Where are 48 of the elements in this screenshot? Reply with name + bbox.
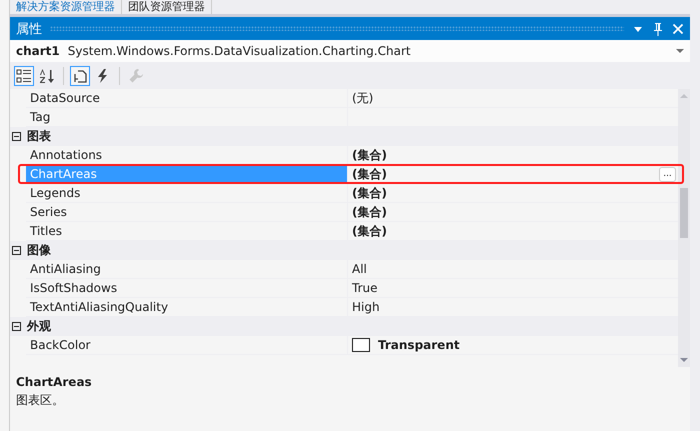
document-tab[interactable]: 解决方案资源管理器 (10, 0, 122, 14)
page-icon (72, 68, 88, 84)
property-name[interactable]: Tag (26, 108, 348, 126)
panel-title: 属性 (16, 20, 42, 38)
property-value: High (352, 300, 380, 314)
scroll-down-icon[interactable] (680, 358, 688, 363)
properties-button[interactable] (70, 66, 90, 86)
categorized-button[interactable] (14, 66, 34, 86)
property-name[interactable]: Series (26, 203, 348, 221)
property-name[interactable]: Annotations (26, 146, 348, 164)
property-name[interactable]: Legends (26, 184, 348, 202)
property-value: (集合) (352, 146, 387, 164)
description-title: ChartAreas (16, 375, 93, 389)
property-value: Transparent (378, 338, 460, 352)
scroll-thumb[interactable] (680, 188, 688, 238)
description-text: 图表区。 (16, 392, 65, 409)
ellipsis-button[interactable]: ... (659, 166, 676, 182)
category-row[interactable]: 外观 (10, 317, 678, 336)
property-name[interactable]: IsSoftShadows (26, 279, 348, 297)
property-name[interactable]: DataSource (26, 89, 348, 107)
pin-icon[interactable] (652, 22, 664, 36)
close-icon[interactable] (672, 22, 684, 34)
collapse-icon[interactable] (12, 132, 21, 141)
category-row[interactable]: 图像 (10, 241, 678, 260)
category-label: 外观 (27, 318, 51, 335)
property-value: (集合) (352, 222, 387, 240)
property-name[interactable]: Titles (26, 222, 348, 240)
property-value: (无) (352, 90, 374, 106)
category-label: 图像 (27, 242, 51, 259)
property-name[interactable]: AntiAliasing (26, 260, 348, 278)
property-value: All (352, 262, 367, 276)
scrollbar[interactable] (678, 89, 690, 367)
property-value: True (352, 281, 378, 295)
wrench-icon (128, 68, 144, 84)
property-value: (集合) (352, 184, 387, 202)
property-name[interactable]: BackColor (26, 336, 348, 354)
category-label: 图表 (27, 128, 51, 145)
property-name[interactable]: TextAntiAliasingQuality (26, 298, 348, 316)
category-row[interactable]: 图表 (10, 127, 678, 146)
document-tab[interactable]: 团队资源管理器 (122, 0, 212, 14)
object-selector[interactable]: chart1 System.Windows.Forms.DataVisualization.Charting.Chart (10, 40, 690, 62)
caret-icon (676, 48, 684, 54)
list-icon (16, 68, 32, 84)
property-value: (集合) (352, 204, 387, 220)
collapse-icon[interactable] (12, 246, 21, 255)
property-value: (集合) (352, 166, 387, 182)
sort-icon (39, 68, 55, 84)
collapse-icon[interactable] (12, 322, 21, 331)
